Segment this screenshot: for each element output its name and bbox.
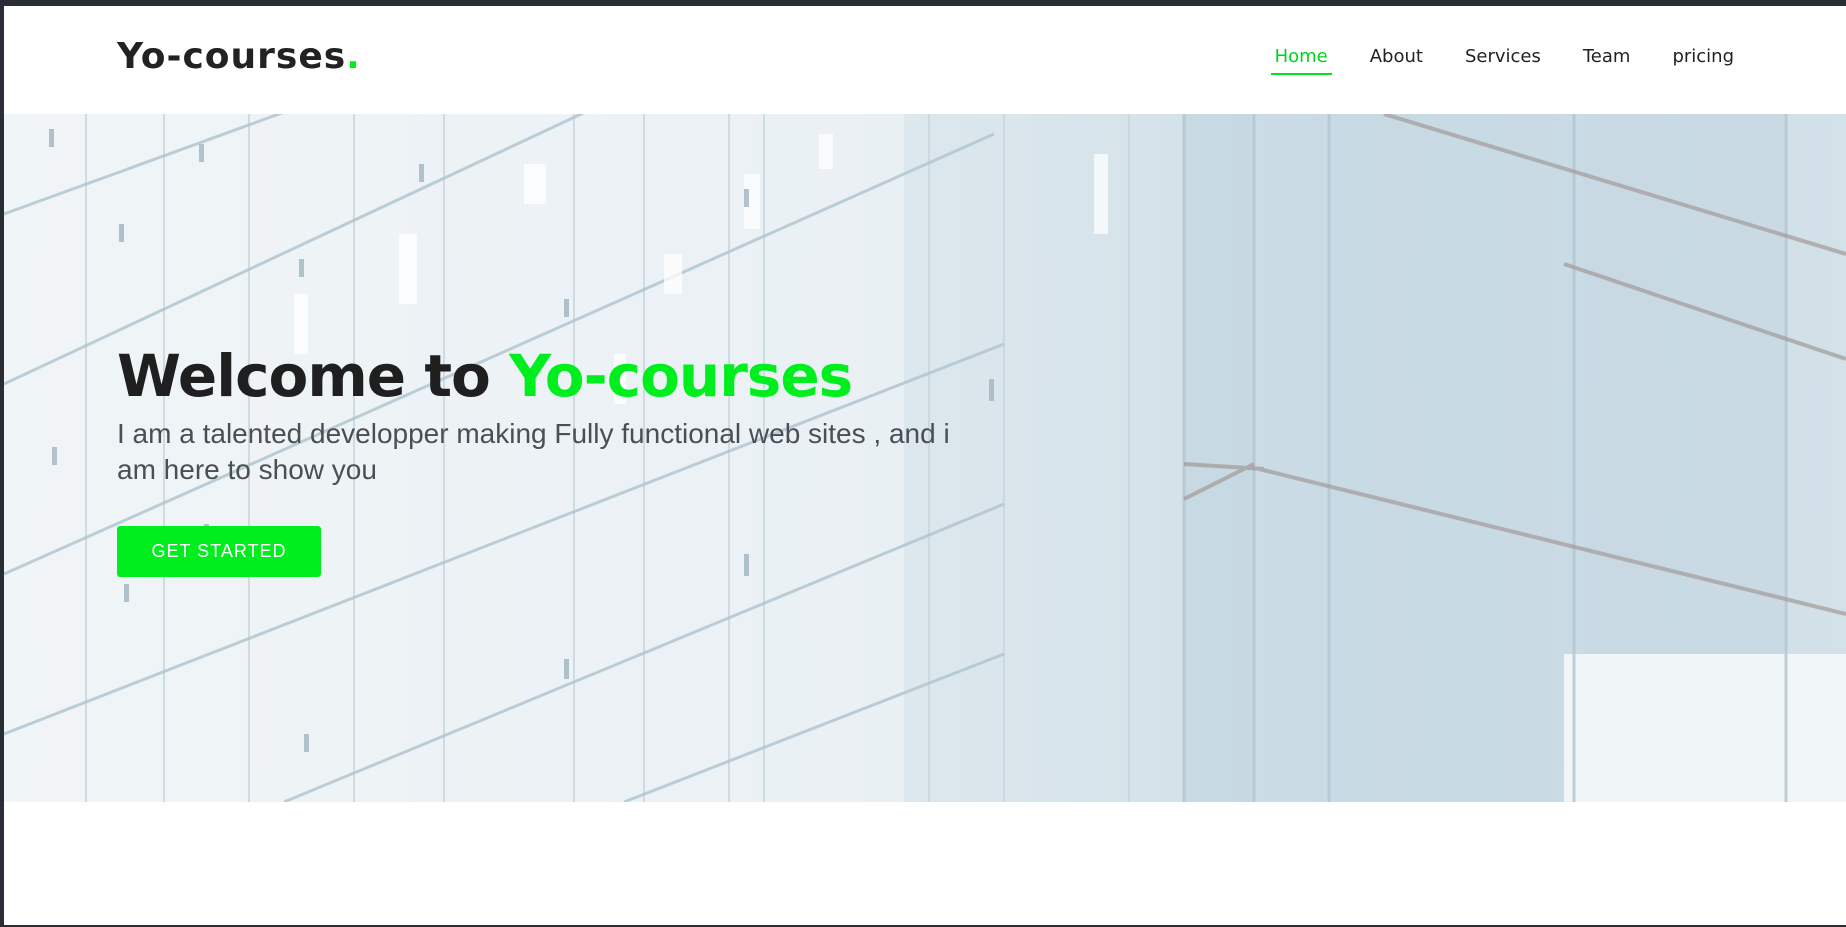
nav-item-pricing[interactable]: pricing — [1672, 46, 1734, 75]
site-logo[interactable]: Yo-courses. — [117, 36, 361, 77]
logo-text: Yo-courses — [117, 36, 347, 77]
hero-title-prefix: Welcome to — [117, 342, 510, 410]
page: Yo-courses. Home About Services Team pri… — [4, 6, 1846, 925]
logo-dot: . — [346, 36, 361, 77]
hero-title-accent: Yo-courses — [509, 342, 853, 410]
nav-item-home[interactable]: Home — [1270, 46, 1332, 75]
nav-item-about[interactable]: About — [1370, 46, 1423, 75]
content-below-hero — [4, 802, 1846, 925]
main-nav: Home About Services Team pricing — [1233, 46, 1734, 75]
hero-title: Welcome to Yo-courses — [117, 342, 853, 410]
hero-subtitle: I am a talented developper making Fully … — [117, 418, 950, 485]
nav-item-team[interactable]: Team — [1583, 46, 1631, 75]
site-header: Yo-courses. Home About Services Team pri… — [4, 6, 1846, 114]
nav-item-services[interactable]: Services — [1465, 46, 1541, 75]
hero-section: Welcome to Yo-courses I am a talented de… — [4, 114, 1846, 802]
get-started-button[interactable]: GET STARTED — [117, 526, 321, 577]
